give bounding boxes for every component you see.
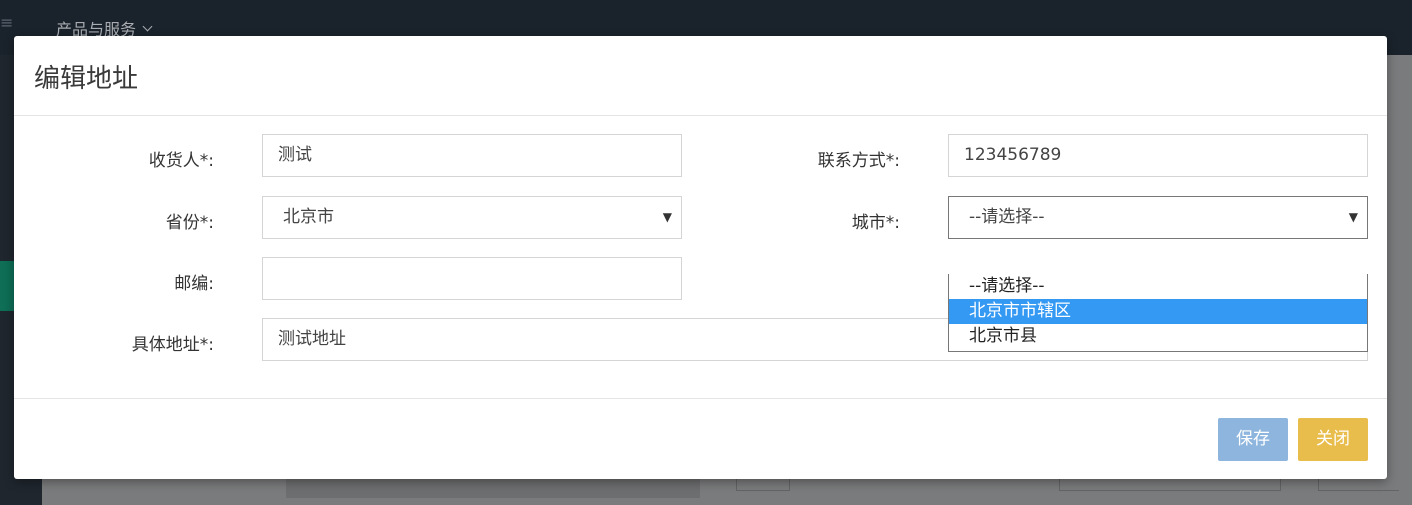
city-option-highlighted[interactable]: 北京市市辖区 — [949, 299, 1367, 324]
province-selected-value: 北京市 — [283, 207, 334, 227]
city-select[interactable]: --请选择-- ▼ — [948, 196, 1368, 239]
province-label: 省份*: — [165, 213, 214, 233]
province-select[interactable]: 北京市 ▼ — [262, 196, 682, 239]
background-input — [286, 478, 700, 498]
city-dropdown-list: --请选择-- 北京市市辖区 北京市县 — [948, 274, 1368, 352]
city-selected-value: --请选择-- — [969, 207, 1045, 227]
sidebar-active-item — [0, 261, 14, 311]
city-option[interactable]: 北京市县 — [949, 324, 1367, 349]
chevron-down-icon — [142, 21, 153, 31]
postcode-input[interactable] — [262, 257, 682, 300]
edit-address-modal: 编辑地址 收货人*: 测试 联系方式*: 123456789 省份*: 北京市 … — [14, 36, 1387, 479]
dropdown-arrow-icon: ▼ — [1348, 210, 1358, 224]
contact-input[interactable]: 123456789 — [948, 134, 1368, 177]
modal-title: 编辑地址 — [34, 64, 139, 94]
contact-label: 联系方式*: — [817, 151, 900, 171]
receiver-input[interactable]: 测试 — [262, 134, 682, 177]
close-button[interactable]: 关闭 — [1298, 418, 1368, 461]
postcode-label: 邮编: — [174, 274, 214, 294]
modal-footer — [14, 398, 1387, 480]
save-button[interactable]: 保存 — [1218, 418, 1288, 461]
dropdown-arrow-icon: ▼ — [662, 210, 672, 224]
city-label: 城市*: — [851, 213, 900, 233]
menu-icon[interactable]: ≡ — [0, 12, 14, 34]
modal-header: 编辑地址 — [14, 36, 1387, 116]
receiver-label: 收货人*: — [148, 151, 214, 171]
address-label: 具体地址*: — [131, 335, 214, 355]
city-option[interactable]: --请选择-- — [949, 274, 1367, 299]
